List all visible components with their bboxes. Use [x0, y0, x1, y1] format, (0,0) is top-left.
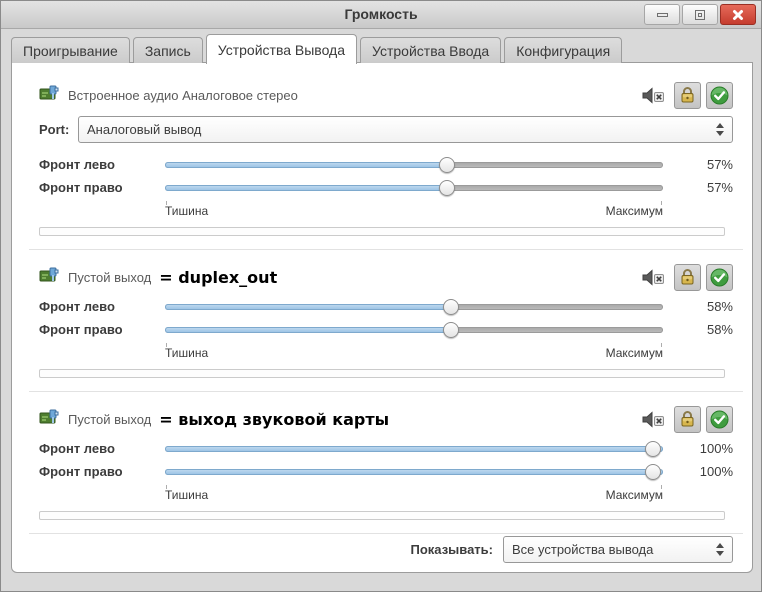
channel-label: Фронт лево — [39, 157, 115, 172]
device-name: Встроенное аудио Аналоговое стерео — [68, 87, 298, 103]
minimize-icon — [656, 12, 668, 17]
channel-percent: 58% — [706, 299, 733, 314]
channel-percent: 57% — [706, 157, 733, 172]
mute-button[interactable] — [642, 86, 666, 104]
slider-handle[interactable] — [443, 298, 460, 315]
tab-input-devices[interactable]: Устройства Ввода — [360, 37, 502, 63]
device-name: Пустой выход — [68, 411, 152, 427]
tab-playback[interactable]: Проигрывание — [11, 37, 130, 63]
lock-channels-icon — [681, 269, 694, 285]
slider-handle[interactable] — [645, 440, 661, 457]
section-divider — [29, 391, 743, 392]
volume-slider[interactable] — [165, 298, 663, 316]
tab-recording[interactable]: Запись — [132, 37, 203, 63]
channel-percent: 58% — [706, 322, 733, 337]
close-icon — [733, 9, 743, 20]
peak-meter — [39, 369, 725, 378]
channel-label: Фронт право — [39, 180, 123, 195]
show-filter-value: Все устройства вывода — [512, 542, 654, 557]
lock-channels-icon — [681, 411, 694, 427]
lock-channels-button[interactable] — [674, 81, 701, 109]
lock-channels-button[interactable] — [674, 263, 701, 291]
scale-max-label: Максимум — [605, 204, 663, 218]
channel-label: Фронт право — [39, 322, 123, 337]
volume-slider[interactable] — [165, 156, 663, 174]
port-select[interactable]: Аналоговый вывод — [78, 115, 733, 143]
show-filter-select[interactable]: Все устройства вывода — [503, 536, 733, 563]
device-annotation: = duplex_out — [159, 267, 278, 287]
scale-min-label: Тишина — [165, 346, 209, 360]
sound-card-icon — [39, 267, 59, 281]
slider-fill — [165, 161, 449, 168]
sound-card-icon — [39, 85, 59, 99]
titlebar[interactable]: Громкость — [1, 1, 761, 29]
slider-fill — [165, 184, 449, 191]
scale-max-label: Максимум — [605, 346, 663, 360]
close-button[interactable] — [720, 4, 756, 25]
muted-speaker-icon[interactable] — [642, 86, 666, 104]
minimize-button[interactable] — [644, 4, 680, 25]
default-device-check-icon — [710, 410, 729, 428]
channel-percent: 100% — [699, 464, 733, 479]
mute-button[interactable] — [642, 410, 666, 428]
maximize-icon — [695, 9, 705, 20]
default-device-check-icon — [710, 268, 729, 286]
volume-slider[interactable] — [165, 179, 663, 197]
port-label: Port: — [39, 121, 70, 137]
slider-fill — [165, 445, 663, 452]
channel-label: Фронт право — [39, 464, 123, 479]
show-filter-label: Показывать: — [410, 542, 493, 557]
channel-percent: 100% — [699, 441, 733, 456]
volume-slider[interactable] — [165, 321, 663, 339]
channel-label: Фронт лево — [39, 441, 115, 456]
output-devices-page: Встроенное аудио Аналоговое стерео Port: — [11, 62, 753, 573]
set-default-button[interactable] — [706, 81, 733, 109]
tab-configuration[interactable]: Конфигурация — [504, 37, 623, 63]
tab-bar: Проигрывание Запись Устройства Вывода Ус… — [11, 33, 625, 64]
maximize-button[interactable] — [682, 4, 718, 25]
lock-channels-icon — [681, 87, 694, 103]
spinner-arrows-icon — [716, 543, 724, 556]
peak-meter — [39, 511, 725, 520]
set-default-button[interactable] — [706, 263, 733, 291]
set-default-button[interactable] — [706, 405, 733, 433]
device-annotation: = выход звуковой карты — [159, 409, 390, 429]
volume-slider[interactable] — [165, 463, 663, 481]
slider-fill — [165, 326, 454, 333]
section-divider — [29, 533, 743, 534]
spinner-arrows-icon — [716, 122, 724, 136]
scale-min-label: Тишина — [165, 204, 209, 218]
volume-slider[interactable] — [165, 440, 663, 458]
scale-max-label: Максимум — [605, 488, 663, 502]
slider-handle[interactable] — [438, 156, 455, 173]
mute-button[interactable] — [642, 268, 666, 286]
show-filter-row: Показывать: Все устройства вывода — [411, 536, 733, 563]
slider-handle[interactable] — [645, 463, 661, 480]
slider-fill — [165, 303, 454, 310]
slider-fill — [165, 468, 663, 475]
volume-control-window: Громкость Проигрывание Запись Устройства… — [0, 0, 762, 592]
device-section: Пустой выход = duplex_out Фронт лево 58%… — [39, 263, 733, 378]
peak-meter — [39, 227, 725, 236]
channel-label: Фронт лево — [39, 299, 115, 314]
slider-handle[interactable] — [443, 321, 460, 338]
port-value: Аналоговый вывод — [87, 121, 202, 137]
sound-card-icon — [39, 409, 59, 423]
muted-speaker-icon[interactable] — [642, 410, 666, 428]
section-divider — [29, 249, 743, 250]
scale-min-label: Тишина — [165, 488, 209, 502]
muted-speaker-icon[interactable] — [642, 268, 666, 286]
device-section: Встроенное аудио Аналоговое стерео Port: — [39, 81, 733, 236]
device-section: Пустой выход = выход звуковой карты Фрон… — [39, 405, 733, 520]
tab-output-devices[interactable]: Устройства Вывода — [205, 34, 358, 64]
channel-percent: 57% — [706, 180, 733, 195]
device-name: Пустой выход — [68, 269, 152, 285]
default-device-check-icon — [710, 86, 729, 104]
slider-handle[interactable] — [438, 179, 455, 196]
lock-channels-button[interactable] — [674, 405, 701, 433]
